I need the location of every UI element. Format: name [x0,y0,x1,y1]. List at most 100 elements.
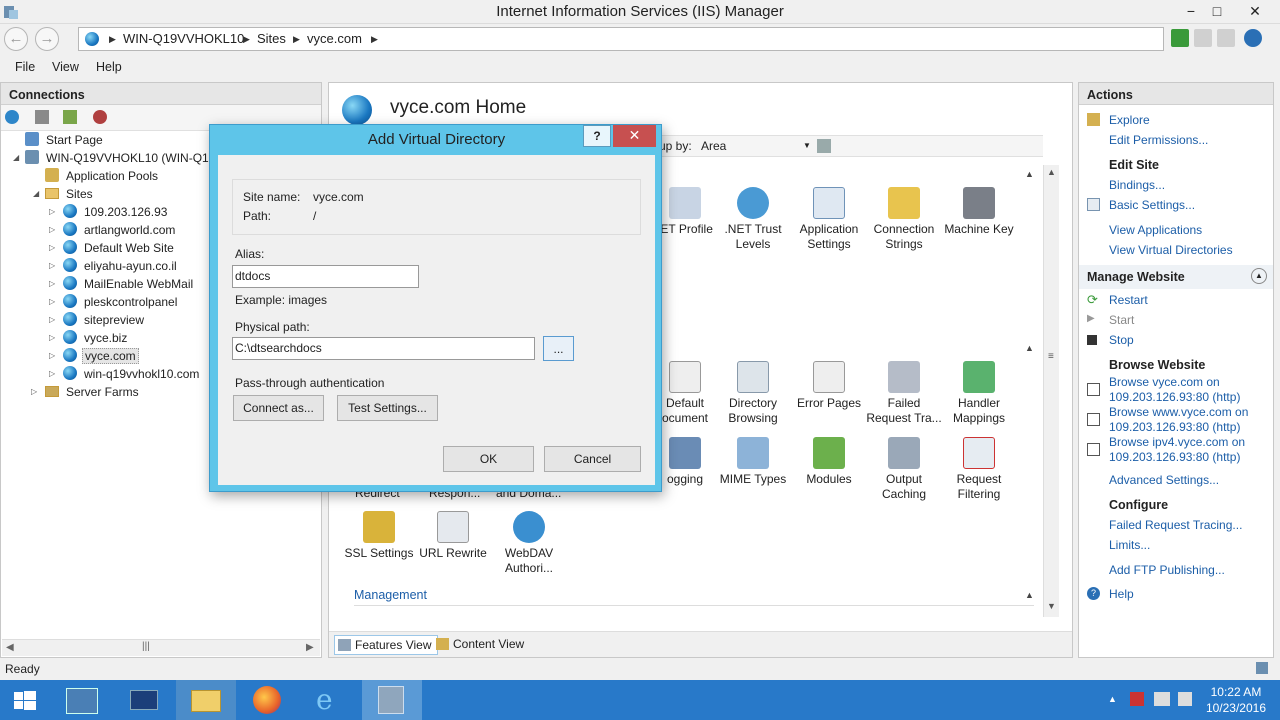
tree-site[interactable]: Default Web Site [63,239,176,257]
expand-icon[interactable]: ▷ [49,333,55,342]
address-bar[interactable]: ▶ WIN-Q19VVHOKL10 ▶ Sites ▶ vyce.com ▶ [78,27,1164,51]
action-limits[interactable]: Limits... [1109,538,1150,553]
feature-directory-browsing[interactable]: Directory Browsing [715,361,791,426]
tree-site[interactable]: vyce.biz [63,329,129,347]
menu-view[interactable]: View [52,60,79,74]
feature-webdav[interactable]: WebDAV Authori... [491,511,567,576]
action-browse-www[interactable]: Browse www.vyce.com on 109.203.126.93:80… [1109,405,1269,435]
dialog-help-button[interactable]: ? [583,125,611,147]
up-icon[interactable] [63,110,77,124]
feature-ssl-settings[interactable]: SSL Settings [341,511,417,561]
expand-icon[interactable]: ▷ [49,351,55,360]
scroll-down-icon[interactable]: ▼ [1047,601,1056,611]
alias-input[interactable]: dtdocs [232,265,419,288]
menu-file[interactable]: File [15,60,35,74]
feature-machine-key[interactable]: Machine Key [941,187,1017,237]
tree-site[interactable]: eliyahu-ayun.co.il [63,257,179,275]
action-view-virtual-directories[interactable]: View Virtual Directories [1109,243,1233,258]
stop-icon[interactable] [1194,29,1212,47]
vertical-scrollbar[interactable]: ▲ ≡ ▼ [1043,165,1059,617]
tree-server-farms[interactable]: Server Farms [45,383,141,401]
volume-icon[interactable] [1178,692,1192,706]
expand-icon[interactable]: ▷ [31,387,37,396]
breadcrumb-sites[interactable]: Sites [257,31,286,46]
start-button[interactable] [0,680,60,720]
expand-icon[interactable]: ▷ [49,261,55,270]
expand-icon[interactable]: ▷ [49,369,55,378]
feature-app-settings[interactable]: Application Settings [791,187,867,252]
connect-as-button[interactable]: Connect as... [233,395,324,421]
collapse-section-icon[interactable]: ▲ [1251,268,1267,284]
expand-icon[interactable]: ▷ [49,279,55,288]
help-icon[interactable] [1244,29,1262,47]
feature-request-filtering[interactable]: Request Filtering [941,437,1017,502]
scroll-grip-icon[interactable]: ≡ [1048,351,1054,362]
collapse-group-icon[interactable]: ▲ [1025,343,1034,353]
tree-sites[interactable]: Sites [45,185,95,203]
tree-server[interactable]: WIN-Q19VVHOKL10 (WIN-Q19 [25,149,217,167]
cancel-button[interactable]: Cancel [544,446,641,472]
back-icon[interactable]: ← [4,27,28,51]
breadcrumb-site[interactable]: vyce.com [307,31,362,46]
feature-output-caching[interactable]: Output Caching [866,437,942,502]
expand-icon[interactable]: ▷ [49,243,55,252]
network-icon[interactable] [1154,692,1170,706]
collapse-icon[interactable]: ◢ [13,153,19,162]
action-center-icon[interactable] [1130,692,1144,706]
forward-icon[interactable]: → [35,27,59,51]
ok-button[interactable]: OK [443,446,534,472]
breadcrumb-server[interactable]: WIN-Q19VVHOKL10 [123,31,244,46]
internet-explorer-icon[interactable]: e [300,680,360,720]
view-mode-icon[interactable] [817,139,831,153]
collapse-group-icon[interactable]: ▲ [1025,169,1034,179]
action-view-applications[interactable]: View Applications [1109,223,1202,238]
feature-url-rewrite[interactable]: URL Rewrite [415,511,491,561]
close-window-button[interactable]: ✕ [1242,0,1268,22]
expand-icon[interactable]: ▷ [49,225,55,234]
expand-icon[interactable]: ▷ [49,207,55,216]
firefox-icon[interactable] [238,680,298,720]
tree-start-page[interactable]: Start Page [25,131,105,149]
scroll-right-icon[interactable]: ▶ [306,642,314,653]
tree-site[interactable]: artlangworld.com [63,221,177,239]
browse-path-button[interactable]: ... [543,336,574,361]
tab-features-view[interactable]: Features View [334,635,439,655]
test-settings-button[interactable]: Test Settings... [337,395,438,421]
action-edit-permissions[interactable]: Edit Permissions... [1109,133,1208,148]
horizontal-scrollbar[interactable]: ◀ ||| ▶ [2,639,320,656]
action-explore[interactable]: Explore [1109,113,1150,128]
scroll-grip-icon[interactable]: ||| [142,641,150,652]
collapse-icon[interactable]: ◢ [33,189,39,198]
expand-icon[interactable]: ▷ [49,315,55,324]
action-failed-request-tracing[interactable]: Failed Request Tracing... [1109,518,1242,533]
tree-site[interactable]: sitepreview [63,311,146,329]
collapse-group-icon[interactable]: ▲ [1025,590,1034,600]
action-restart[interactable]: Restart [1109,293,1148,308]
tree-site[interactable]: 109.203.126.93 [63,203,169,221]
connect-icon[interactable] [5,110,19,124]
action-stop[interactable]: Stop [1109,333,1134,348]
dialog-close-button[interactable]: ✕ [613,125,656,147]
physical-path-input[interactable]: C:\dtsearchdocs [232,337,535,360]
menu-help[interactable]: Help [96,60,122,74]
action-advanced-settings[interactable]: Advanced Settings... [1109,473,1219,488]
iis-manager-taskbar-icon[interactable] [362,680,422,720]
feature-modules[interactable]: Modules [791,437,867,487]
tree-app-pools[interactable]: Application Pools [45,167,160,185]
disconnect-icon[interactable] [93,110,107,124]
manage-website-header[interactable]: Manage Website ▲ [1079,265,1273,289]
action-bindings[interactable]: Bindings... [1109,178,1165,193]
file-explorer-icon[interactable] [176,680,236,720]
server-manager-icon[interactable] [52,680,112,720]
feature-net-trust[interactable]: .NET Trust Levels [715,187,791,252]
maximize-button[interactable]: □ [1204,0,1230,22]
scroll-up-icon[interactable]: ▲ [1047,167,1056,177]
expand-icon[interactable]: ▷ [49,297,55,306]
clock[interactable]: 10:22 AM 10/23/2016 [1206,684,1266,716]
feature-error-pages[interactable]: Error Pages [791,361,867,411]
refresh-icon[interactable] [1171,29,1189,47]
tab-content-view[interactable]: Content View [433,635,530,655]
action-start[interactable]: Start [1109,313,1134,328]
action-browse-ipv4[interactable]: Browse ipv4.vyce.com on 109.203.126.93:8… [1109,435,1269,465]
dropdown-arrow-icon[interactable]: ▼ [803,141,811,150]
